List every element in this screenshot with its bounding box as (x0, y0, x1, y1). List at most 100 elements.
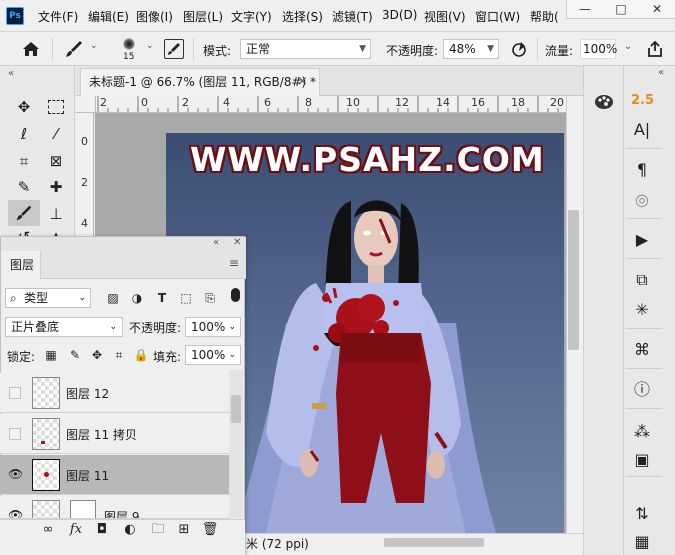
trash-icon[interactable]: 🗑 (200, 521, 220, 539)
menu-help[interactable]: 帮助( (530, 8, 559, 25)
frame-tool[interactable]: ⊠ (44, 150, 68, 172)
menu-layer[interactable]: 图层(L) (183, 8, 223, 25)
horizontal-scroll-thumb[interactable] (384, 538, 484, 547)
minimize-button[interactable]: — (567, 0, 603, 18)
menu-3d[interactable]: 3D(D) (382, 8, 417, 22)
marquee-tool[interactable] (44, 96, 68, 118)
collapse-panel-icon[interactable]: « (213, 237, 219, 248)
menu-edit[interactable]: 编辑(E) (88, 8, 129, 25)
pressure-opacity-button[interactable] (509, 39, 529, 59)
eye-icon[interactable]: 👁 (8, 509, 23, 518)
document-tab[interactable]: 未标题-1 @ 66.7% (图层 11, RGB/8#) * × (80, 68, 320, 96)
menu-view[interactable]: 视图(V) (424, 8, 466, 25)
eye-icon[interactable]: 👁 (8, 468, 23, 480)
brush-size-picker[interactable]: 15 (112, 36, 146, 64)
clone-source-button[interactable]: ⧉ (628, 268, 656, 292)
collapse-panel-icon[interactable]: « (8, 68, 14, 79)
magic-wand-tool[interactable]: ⁄ (44, 123, 68, 145)
group-folder-icon[interactable]: 🗀 (148, 521, 168, 539)
adjustment-layer-icon[interactable]: ◐ (120, 521, 140, 539)
layer-row[interactable]: 图层 11 拷贝 (0, 414, 230, 454)
brush-tool-preset[interactable] (63, 38, 85, 60)
adjustment-filter-icon[interactable]: ◑ (129, 290, 145, 306)
timeline-button[interactable]: ⇅ (628, 502, 656, 526)
mode-select[interactable]: 正常 ▼ (240, 39, 371, 59)
paragraph-styles-button[interactable]: ▣ (628, 448, 656, 472)
brush-size-indicator[interactable]: 2.5 (631, 93, 654, 108)
chevron-down-icon[interactable]: ⌄ (146, 41, 154, 51)
ruler-origin[interactable] (76, 96, 96, 113)
lock-transparent-icon[interactable]: ▦ (43, 347, 59, 363)
flow-input[interactable]: 100% (580, 39, 617, 59)
filter-toggle[interactable] (231, 288, 240, 302)
glyphs-panel-button[interactable]: ◎ (628, 188, 656, 212)
info-panel-button[interactable]: ⓘ (628, 378, 656, 402)
menu-select[interactable]: 选择(S) (282, 8, 323, 25)
layers-scroll-thumb[interactable] (231, 395, 241, 423)
actions-play-button[interactable]: ▶ (628, 228, 656, 252)
layer-row[interactable]: 👁 图层 9 (0, 496, 230, 519)
character-styles-button[interactable]: ⁂ (628, 420, 656, 444)
history-brush-tool[interactable]: ↺ (12, 226, 36, 236)
close-tab-icon[interactable]: × (297, 69, 308, 95)
healing-brush-tool[interactable]: ✚ (44, 176, 68, 198)
menu-image[interactable]: 图像(I) (136, 8, 173, 25)
smart-object-filter-icon[interactable]: ⎘ (202, 290, 218, 306)
menu-type[interactable]: 文字(Y) (231, 8, 272, 25)
link-layers-icon[interactable]: ∞ (38, 521, 58, 539)
clone-stamp-tool[interactable]: ⊥ (44, 203, 68, 225)
lasso-tool[interactable]: ℓ (12, 123, 36, 145)
new-layer-icon[interactable]: ⊞ (174, 521, 194, 539)
share-button[interactable] (645, 39, 665, 59)
tab-layers[interactable]: 图层 (1, 251, 41, 279)
paragraph-panel-button[interactable]: ¶ (628, 158, 656, 182)
ruler-label: 6 (264, 96, 271, 109)
layers-scrollbar[interactable] (229, 370, 243, 518)
fx-icon[interactable]: fx (66, 521, 86, 539)
blend-mode-select[interactable]: 正片叠底 ⌄ (5, 317, 123, 337)
visibility-toggle[interactable] (9, 387, 21, 399)
add-mask-icon[interactable]: ◘ (92, 521, 112, 539)
home-button[interactable] (20, 39, 42, 59)
eyedropper-tool[interactable]: ✎ (12, 176, 36, 198)
collapse-panel-icon[interactable]: « (658, 67, 664, 78)
close-button[interactable]: ✕ (639, 0, 675, 18)
type-filter-icon[interactable]: T (154, 290, 170, 306)
maximize-button[interactable]: □ (603, 0, 639, 18)
brush-settings-button[interactable] (164, 39, 184, 59)
crop-tool[interactable]: ⌗ (12, 150, 36, 172)
layer-row[interactable]: 图层 12 (0, 373, 230, 413)
more-panels-button[interactable]: ▦ (628, 530, 656, 554)
panel-menu-icon[interactable]: ≡ (229, 256, 239, 270)
move-tool[interactable]: ✥ (12, 96, 36, 118)
layer-name: 图层 12 (66, 387, 110, 401)
lock-all-icon[interactable]: 🔒 (133, 347, 149, 363)
color-palette-button[interactable] (593, 92, 615, 112)
shape-filter-icon[interactable]: ⬚ (178, 290, 194, 306)
lock-position-icon[interactable]: ✥ (89, 347, 105, 363)
menu-filter[interactable]: 滤镜(T) (332, 8, 373, 25)
close-panel-icon[interactable]: ✕ (233, 237, 241, 248)
layer-filter-select[interactable]: ⌕ 类型 ⌄ (5, 288, 91, 308)
play-icon: ▶ (635, 230, 649, 249)
fill-input[interactable]: 100% ⌄ (185, 345, 241, 365)
magic-wand-icon: ⁄ (54, 125, 58, 143)
vertical-scroll-thumb[interactable] (568, 210, 579, 350)
lock-pixels-icon[interactable]: ✎ (67, 347, 83, 363)
layer-opacity-input[interactable]: 100% ⌄ (185, 317, 241, 337)
eraser-tool[interactable]: ▲ (44, 226, 68, 236)
horizontal-ruler[interactable]: 2 0 2 4 6 8 10 12 14 16 18 20 (96, 96, 566, 113)
image-filter-icon[interactable]: ▨ (105, 290, 121, 306)
history-panel-button[interactable]: ⌘ (628, 338, 656, 362)
character-panel-button[interactable]: A| (628, 118, 656, 142)
menu-file[interactable]: 文件(F) (38, 8, 78, 25)
chevron-down-icon[interactable]: ⌄ (90, 41, 98, 51)
brush-presets-button[interactable]: ✳ (628, 298, 656, 322)
menu-window[interactable]: 窗口(W) (475, 8, 520, 25)
chevron-down-icon[interactable]: ⌄ (624, 41, 632, 52)
lock-artboard-icon[interactable]: ⌗ (111, 347, 127, 363)
visibility-toggle[interactable] (9, 428, 21, 440)
opacity-input[interactable]: 48% ▼ (443, 39, 499, 59)
brush-tool[interactable] (8, 200, 40, 226)
layer-row-selected[interactable]: 👁 图层 11 (0, 455, 230, 495)
